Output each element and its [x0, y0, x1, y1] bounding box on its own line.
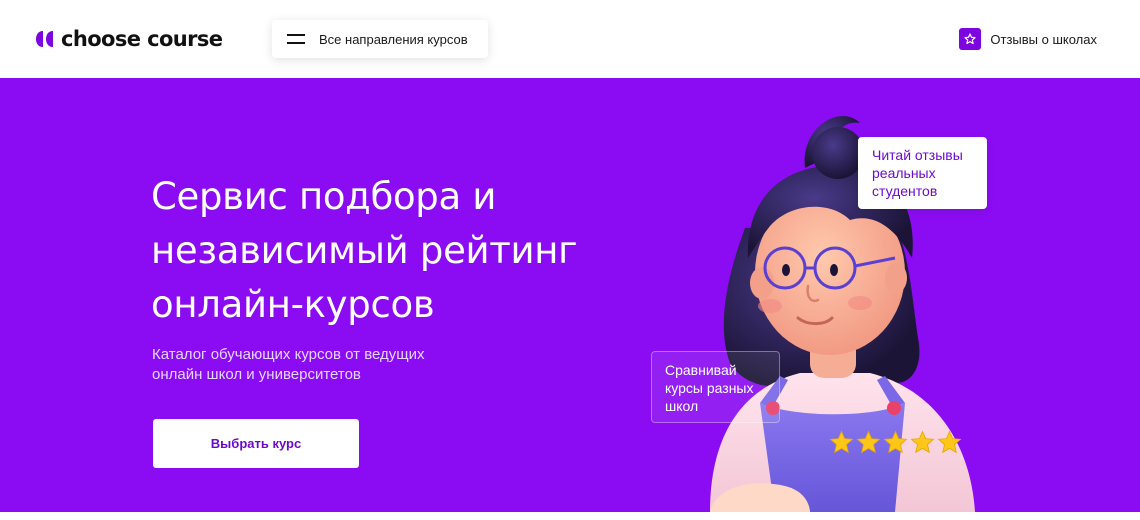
hero-subtitle: Каталог обучающих курсов от ведущих онла…	[152, 345, 532, 385]
rating-star-icon	[937, 430, 962, 454]
hero-title-line: онлайн-курсов	[151, 283, 435, 326]
hero-title: Сервис подбора и независимый рейтинг онл…	[151, 170, 651, 332]
rating-star-icon	[856, 430, 881, 454]
hero-subtitle-line: Каталог обучающих курсов от ведущих	[152, 346, 425, 363]
bubble-line: студентов	[872, 183, 938, 199]
all-directions-label: Все направления курсов	[319, 31, 468, 47]
site-header: choose course Все направления курсов Отз…	[0, 0, 1140, 78]
choose-course-button[interactable]: Выбрать курс	[153, 419, 359, 468]
logo-text: choose course	[61, 27, 223, 51]
hero-subtitle-line: онлайн школ и университетов	[152, 366, 361, 383]
bubble-line: Читай отзывы	[872, 147, 963, 163]
bubble-line: школ	[665, 398, 699, 414]
bubble-line: Сравнивай	[665, 362, 737, 378]
compare-courses-bubble: Сравнивай курсы разных школ	[651, 351, 780, 423]
hero-title-line: независимый рейтинг	[151, 229, 578, 272]
burger-menu-icon	[287, 34, 305, 44]
school-reviews-link[interactable]: Отзывы о школах	[959, 28, 1097, 50]
rating-star-icon	[910, 430, 935, 454]
read-reviews-bubble: Читай отзывы реальных студентов	[858, 137, 987, 209]
hero-title-line: Сервис подбора и	[151, 175, 497, 218]
bubble-line: курсы разных	[665, 380, 754, 396]
choose-course-label: Выбрать курс	[210, 436, 302, 451]
star-icon	[959, 28, 982, 50]
rating-stars	[828, 430, 963, 455]
bubble-line: реальных	[872, 165, 936, 181]
rating-star-icon	[829, 430, 854, 454]
school-reviews-label: Отзывы о школах	[990, 31, 1097, 47]
all-directions-button[interactable]: Все направления курсов	[272, 20, 488, 58]
hero-section: Сервис подбора и независимый рейтинг онл…	[0, 78, 1140, 512]
page-bottom-strip	[0, 512, 1140, 520]
logo-mark-icon	[36, 31, 53, 47]
rating-star-icon	[883, 430, 908, 454]
logo[interactable]: choose course	[36, 26, 223, 52]
